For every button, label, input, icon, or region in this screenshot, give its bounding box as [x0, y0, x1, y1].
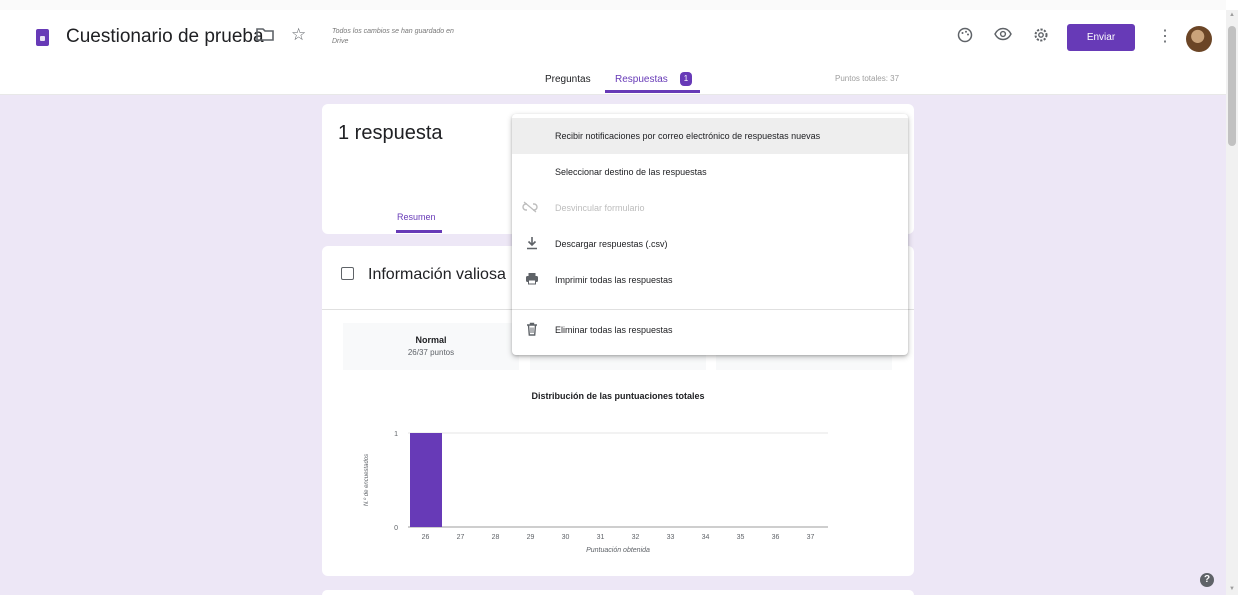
tab-summary-underline	[396, 230, 442, 233]
chart-bar	[410, 433, 442, 527]
palette-icon[interactable]	[955, 27, 975, 47]
menu-item-label: Recibir notificaciones por correo electr…	[555, 131, 821, 141]
stat-normal-value: 26/37 puntos	[407, 348, 455, 357]
chart-x-tick-label: 31	[597, 534, 605, 541]
response-count: 1 respuesta	[338, 122, 443, 144]
chart-y-tick-label: 1	[394, 431, 398, 438]
menu-item-label: Eliminar todas las respuestas	[555, 325, 673, 335]
scroll-up-icon[interactable]: ▲	[1229, 12, 1235, 18]
total-points: Puntos totales: 37	[835, 74, 900, 83]
link-off-icon	[522, 201, 538, 216]
eye-icon[interactable]	[993, 27, 1013, 47]
menu-item-download-csv[interactable]: Descargar respuestas (.csv)	[512, 226, 908, 262]
avatar[interactable]	[1186, 26, 1212, 52]
chart-x-axis-label: Puntuación obtenida	[586, 547, 650, 554]
menu-item-email-notifications[interactable]: Recibir notificaciones por correo electr…	[512, 118, 908, 154]
menu-item-label: Desvincular formulario	[555, 203, 645, 213]
chart-y-tick-label: 0	[394, 525, 398, 532]
download-icon	[524, 236, 540, 253]
menu-item-label: Imprimir todas las respuestas	[555, 275, 673, 285]
menu-item-label: Descargar respuestas (.csv)	[555, 239, 668, 249]
form-title[interactable]: Cuestionario de prueba	[66, 26, 264, 48]
chart-x-tick-label: 33	[667, 534, 675, 541]
print-icon	[524, 272, 540, 288]
chart-x-tick-label: 36	[772, 534, 780, 541]
more-vert-icon[interactable]: ⋮	[1157, 27, 1173, 47]
gear-icon[interactable]	[1031, 27, 1051, 47]
insights-icon	[341, 267, 354, 280]
score-distribution-chart: 0 1 26 27 28 29 30 31 32 33 34 35 36 37 Puntuación obt…	[363, 431, 828, 554]
chart-x-tick-label: 30	[562, 534, 570, 541]
tab-responses[interactable]: Respuestas	[615, 74, 668, 85]
tab-summary[interactable]: Resumen	[397, 212, 436, 222]
stat-normal-label: Normal	[415, 335, 447, 345]
tab-responses-underline	[605, 90, 700, 93]
chart-x-tick-label: 37	[807, 534, 815, 541]
menu-item-delete-all[interactable]: Eliminar todas las respuestas	[512, 312, 908, 348]
send-button[interactable]: Enviar	[1067, 24, 1135, 51]
tab-questions[interactable]: Preguntas	[545, 74, 591, 85]
save-status: Todos los cambios se han guardado en Dri…	[332, 28, 454, 45]
folder-icon[interactable]	[256, 26, 274, 47]
scrollbar-thumb[interactable]	[1228, 26, 1236, 146]
menu-item-print-responses[interactable]: Imprimir todas las respuestas	[512, 262, 908, 298]
chart-x-tick-label: 35	[737, 534, 745, 541]
insights-title: Información valiosa	[368, 266, 506, 283]
menu-item-label: Seleccionar destino de las respuestas	[555, 167, 707, 177]
trash-icon	[524, 322, 540, 339]
chart-x-tick-label: 26	[422, 534, 430, 541]
help-icon[interactable]: ?	[1200, 573, 1214, 587]
menu-item-select-destination[interactable]: Seleccionar destino de las respuestas	[512, 154, 908, 190]
scroll-down-icon[interactable]: ▼	[1229, 586, 1235, 592]
forms-app-icon[interactable]	[36, 29, 49, 46]
menu-item-unlink-form: Desvincular formulario	[512, 190, 908, 226]
chart-x-tick-label: 32	[632, 534, 640, 541]
star-icon[interactable]: ☆	[291, 25, 306, 45]
next-card	[322, 590, 914, 600]
browser-strip	[0, 0, 1226, 10]
chart-y-axis-label: N.º de encuestados	[363, 454, 370, 506]
chart-x-tick-label: 28	[492, 534, 500, 541]
chart-x-tick-label: 29	[527, 534, 535, 541]
menu-divider	[512, 309, 908, 310]
chart-x-tick-label: 34	[702, 534, 710, 541]
chart-x-tick-label: 27	[457, 534, 465, 541]
stat-normal	[343, 323, 519, 370]
responses-badge: 1	[680, 72, 692, 86]
